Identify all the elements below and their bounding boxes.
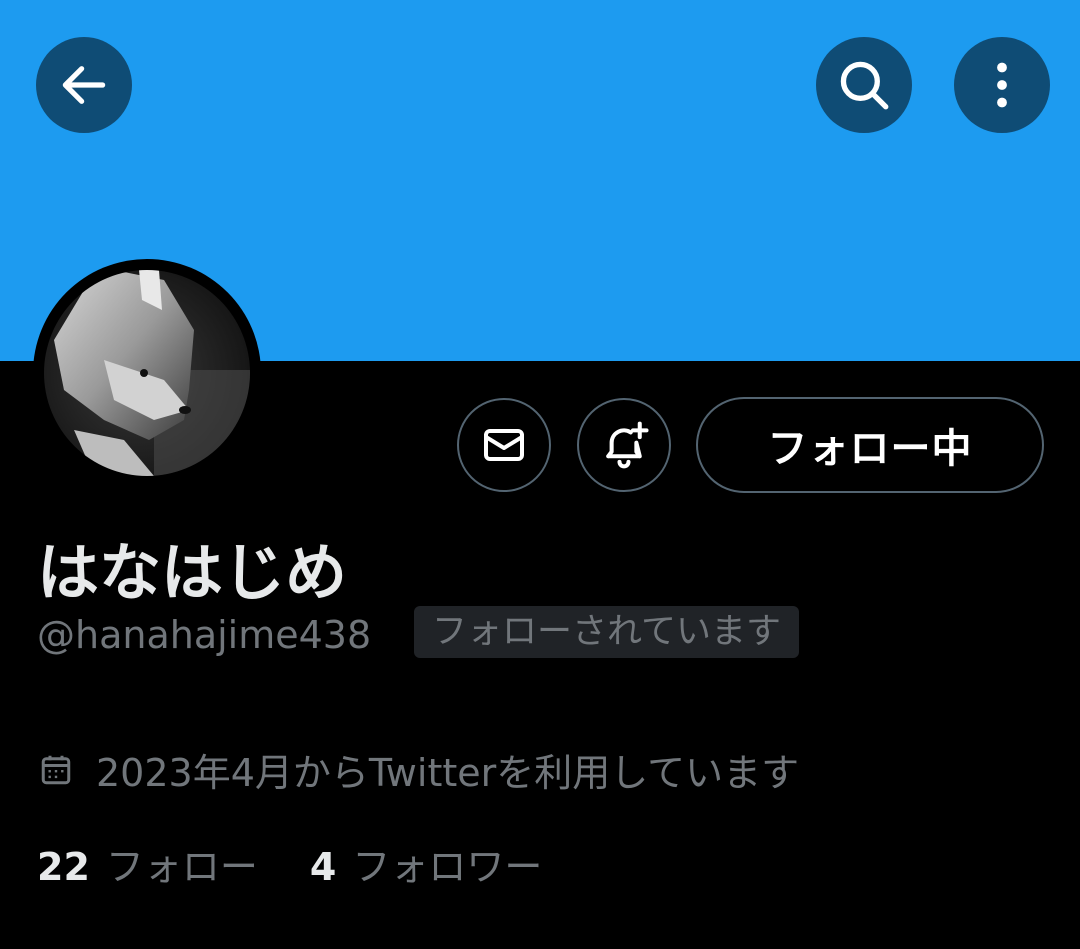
joined-text: 2023年4月からTwitterを利用しています <box>96 751 800 795</box>
followers-link[interactable]: 4 フォロワー <box>310 836 542 891</box>
followers-count: 4 <box>309 845 337 889</box>
search-icon <box>840 61 889 110</box>
calendar-icon <box>41 755 71 784</box>
arrow-left-icon <box>62 66 106 104</box>
notifications-button[interactable] <box>577 398 671 492</box>
more-options-button[interactable] <box>954 37 1050 133</box>
follow-stats: 22 フォロー 4 フォロワー <box>37 836 542 891</box>
bell-plus-icon <box>606 421 649 469</box>
follows-you-badge: フォローされています <box>414 606 799 658</box>
following-label: フォロー <box>105 845 258 889</box>
joined-date: 2023年4月からTwitterを利用しています <box>38 742 799 797</box>
search-button[interactable] <box>816 37 912 133</box>
display-name: はなはじめ <box>37 536 348 609</box>
following-button[interactable]: フォロー中 <box>696 397 1044 493</box>
back-button[interactable] <box>36 37 132 133</box>
more-vertical-icon <box>997 62 1007 108</box>
mail-icon <box>484 429 524 461</box>
message-button[interactable] <box>457 398 551 492</box>
user-handle: @hanahajime438 <box>37 613 372 657</box>
avatar-frame <box>33 259 261 487</box>
following-count: 22 <box>37 845 90 889</box>
followers-label: フォロワー <box>352 845 543 889</box>
avatar[interactable] <box>44 270 250 476</box>
following-link[interactable]: 22 フォロー <box>37 836 258 891</box>
